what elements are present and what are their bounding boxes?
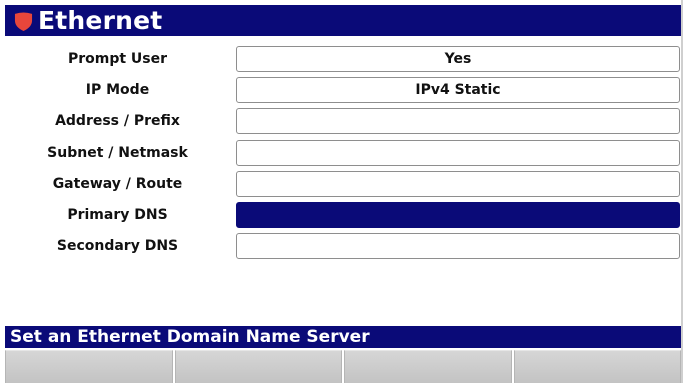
setting-label: Subnet / Netmask — [47, 145, 188, 161]
shield-icon — [14, 12, 33, 31]
setting-label: Prompt User — [67, 51, 168, 67]
title-bar: Ethernet — [5, 5, 681, 36]
secondary-dns-field[interactable] — [236, 233, 680, 259]
prompt-user-field[interactable]: Yes — [236, 46, 680, 72]
softkey-bar — [5, 350, 681, 383]
setting-label: Secondary DNS — [56, 238, 179, 254]
setting-row-subnet-netmask: Subnet / Netmask — [0, 139, 683, 168]
setting-row-address-prefix: Address / Prefix — [0, 107, 683, 136]
setting-label: Address / Prefix — [55, 113, 180, 129]
setting-row-gateway-route: Gateway / Route — [0, 170, 683, 199]
setting-label: Primary DNS — [67, 207, 168, 223]
setting-label: IP Mode — [85, 82, 150, 98]
primary-dns-field[interactable] — [236, 202, 680, 228]
setting-row-ip-mode: IP Mode IPv4 Static — [0, 76, 683, 105]
softkey-4[interactable] — [513, 350, 681, 383]
screen-frame: Ethernet Prompt User Yes IP Mode IPv4 St… — [0, 0, 683, 383]
address-prefix-field[interactable] — [236, 108, 680, 134]
setting-row-secondary-dns: Secondary DNS — [0, 232, 683, 261]
softkey-2[interactable] — [174, 350, 342, 383]
setting-label: Gateway / Route — [52, 176, 183, 192]
page-title: Ethernet — [38, 6, 163, 35]
softkey-3[interactable] — [344, 350, 512, 383]
ip-mode-field[interactable]: IPv4 Static — [236, 77, 680, 103]
softkey-1[interactable] — [5, 350, 173, 383]
gateway-route-field[interactable] — [236, 171, 680, 197]
setting-row-primary-dns: Primary DNS — [0, 201, 683, 230]
setting-row-prompt-user: Prompt User Yes — [0, 45, 683, 74]
subnet-netmask-field[interactable] — [236, 140, 680, 166]
status-bar: Set an Ethernet Domain Name Server — [5, 326, 681, 348]
